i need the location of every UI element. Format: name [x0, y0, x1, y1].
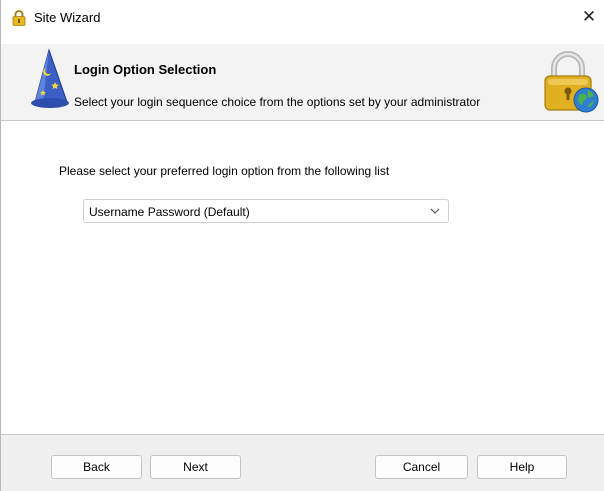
wizard-content: Please select your preferred login optio…	[1, 121, 604, 434]
chevron-down-icon	[430, 208, 440, 214]
site-wizard-window: Site Wizard ✕ Login Option Selection Sel…	[0, 0, 604, 491]
close-button[interactable]: ✕	[574, 6, 604, 30]
wizard-header: Login Option Selection Select your login…	[1, 44, 604, 121]
title-bar[interactable]: Site Wizard ✕	[1, 0, 604, 34]
help-button[interactable]: Help	[477, 455, 567, 479]
login-option-selected-value: Username Password (Default)	[89, 205, 250, 219]
page-title: Login Option Selection	[74, 62, 217, 77]
padlock-icon	[12, 10, 26, 26]
close-icon: ✕	[581, 7, 597, 26]
next-button[interactable]: Next	[150, 455, 241, 479]
cancel-button[interactable]: Cancel	[375, 455, 468, 479]
page-subtitle: Select your login sequence choice from t…	[74, 95, 481, 109]
wizard-hat-icon	[31, 48, 69, 108]
window-title: Site Wizard	[34, 10, 101, 25]
login-option-dropdown[interactable]: Username Password (Default)	[83, 199, 449, 223]
padlock-globe-icon	[544, 51, 599, 113]
wizard-footer: Back Next Cancel Help	[1, 434, 604, 491]
login-option-prompt: Please select your preferred login optio…	[59, 164, 390, 178]
back-button[interactable]: Back	[51, 455, 142, 479]
